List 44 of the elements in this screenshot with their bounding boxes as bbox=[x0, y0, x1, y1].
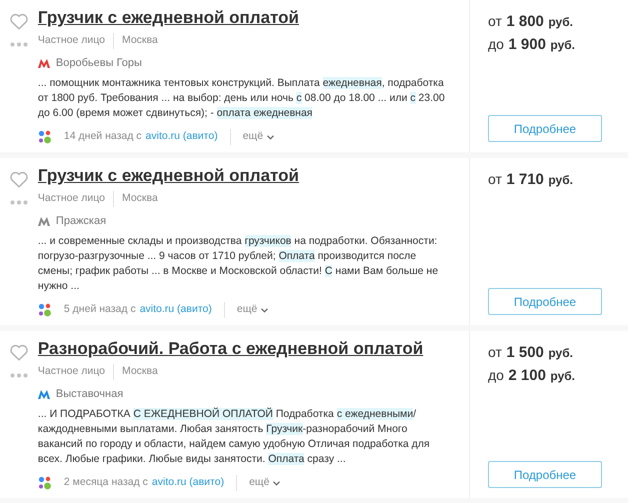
source-link[interactable]: avito.ru (авито) bbox=[152, 475, 238, 491]
seller-type: Частное лицо bbox=[38, 33, 114, 49]
seller-type: Частное лицо bbox=[38, 364, 114, 380]
heart-icon[interactable] bbox=[8, 12, 29, 30]
listing-title[interactable]: Грузчик с ежедневной оплатой bbox=[38, 5, 457, 31]
price: до 1 900 руб. bbox=[488, 35, 576, 55]
chevron-icon bbox=[261, 308, 268, 313]
chevron-icon bbox=[267, 134, 274, 140]
source-logo-icon bbox=[38, 303, 52, 318]
listing-title[interactable]: Разнорабочий. Работа с ежедневной оплатой bbox=[38, 336, 457, 362]
posted-time: 14 дней назад с bbox=[64, 129, 142, 144]
details-button[interactable]: Подробнее bbox=[488, 288, 602, 315]
posted-time: 2 месяца назад с bbox=[64, 475, 148, 490]
source-logo-icon bbox=[38, 476, 52, 490]
more-options-icon[interactable] bbox=[10, 200, 28, 205]
more-button[interactable]: ещё bbox=[236, 302, 268, 318]
listing-title[interactable]: Грузчик с ежедневной оплатой bbox=[38, 163, 457, 189]
metro-station: Воробьевы Горы bbox=[56, 56, 142, 71]
listing-description: ... И ПОДРАБОТКА С ЕЖЕДНЕВНОЙ ОПЛАТОЙ Подработка с ежедневными/каждодневными выплатами. Любая занятость Грузчик-разнорабочий Много вакансий по городу и области, найдем самую удобную Отличая подработка для всех. Любые графики. Любые виды занятости. Оплата сразу ... bbox=[38, 407, 431, 468]
seller-type: Частное лицо bbox=[38, 191, 114, 207]
heart-icon[interactable] bbox=[8, 170, 29, 188]
more-button[interactable]: ещё bbox=[242, 129, 274, 145]
price: от 1 710 руб. bbox=[488, 170, 574, 190]
posted-time: 5 дней назад с bbox=[64, 302, 136, 318]
heart-icon[interactable] bbox=[8, 343, 29, 361]
source-logo-icon bbox=[38, 130, 52, 144]
listing-description: ... и современные склады и производства грузчиков на подработки. Обязанности: погрузо-разгрузочные ... 9 часов от 1710 рублей; Оплата производится после смены; график работы ... в Москве и Московской области! С нами Вам больше не нужно ... bbox=[38, 234, 440, 294]
listing-description: ... помощник монтажника тентовых конструкций. Выплата ежедневная, подработка от 1800 руб. Требования ... на выбор: день или ночь с 08.00 до 18.00 ... или с 23.00 до 6.00 (время может сдвинуться); - оплата ежедневная bbox=[38, 76, 446, 122]
price: до 2 100 руб. bbox=[488, 366, 576, 386]
source-link[interactable]: avito.ru (авито) bbox=[140, 302, 225, 318]
city: Москва bbox=[120, 33, 158, 48]
more-options-icon[interactable] bbox=[10, 373, 28, 378]
metro-station: Пражская bbox=[56, 214, 106, 229]
city: Москва bbox=[120, 364, 158, 379]
price: от 1 800 руб. bbox=[488, 12, 574, 32]
details-button[interactable]: Подробнее bbox=[488, 115, 602, 142]
source-link[interactable]: avito.ru (авито) bbox=[146, 129, 231, 145]
details-button[interactable]: Подробнее bbox=[488, 461, 602, 488]
price: от 1 500 руб. bbox=[488, 343, 574, 363]
more-button[interactable]: ещё bbox=[249, 475, 280, 491]
chevron-icon bbox=[273, 480, 280, 486]
city: Москва bbox=[120, 191, 158, 206]
metro-station: Выставочная bbox=[56, 386, 124, 402]
more-options-icon[interactable] bbox=[10, 42, 28, 47]
